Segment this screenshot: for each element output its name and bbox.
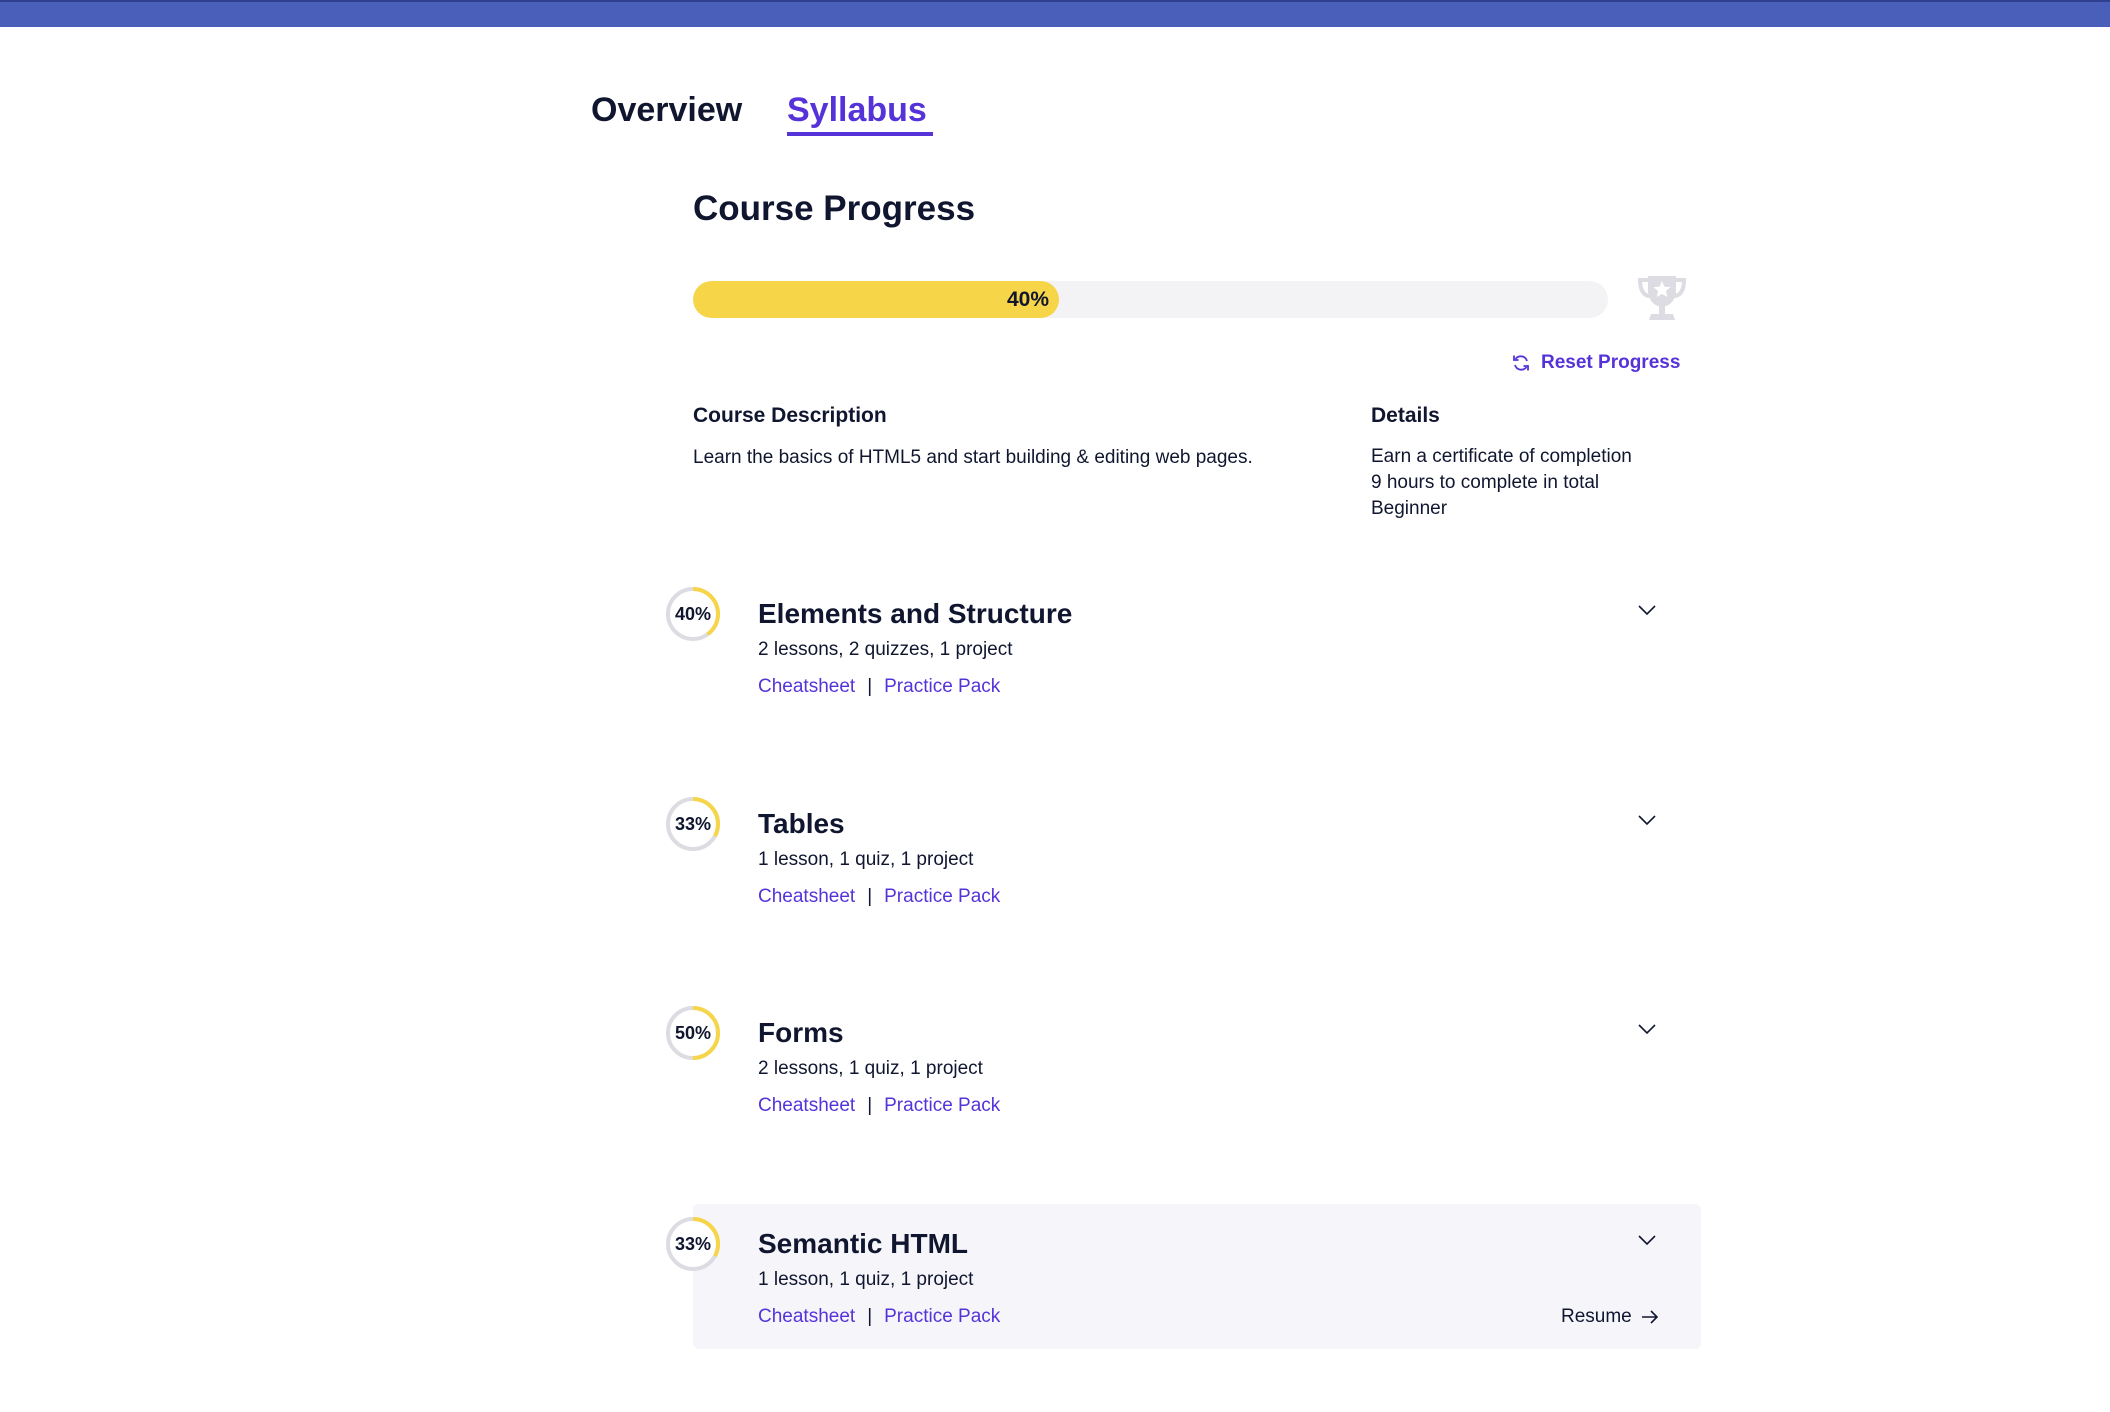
module-meta: 2 lessons, 1 quiz, 1 project	[758, 1058, 983, 1079]
cheatsheet-link[interactable]: Cheatsheet	[758, 673, 855, 701]
practice-pack-link[interactable]: Practice Pack	[884, 1303, 1000, 1331]
module-meta: 1 lesson, 1 quiz, 1 project	[758, 849, 974, 870]
chevron-down-icon[interactable]	[1635, 1017, 1659, 1041]
cheatsheet-link[interactable]: Cheatsheet	[758, 1303, 855, 1331]
resume-button[interactable]: Resume	[1561, 1304, 1660, 1330]
module-meta: 2 lessons, 2 quizzes, 1 project	[758, 639, 1013, 660]
practice-pack-link[interactable]: Practice Pack	[884, 673, 1000, 701]
module-progress-label: 40%	[674, 604, 712, 624]
course-description-heading: Course Description	[693, 404, 887, 427]
details-item-certificate: Earn a certificate of completion	[1371, 446, 1632, 467]
link-separator: |	[867, 1306, 873, 1327]
page-title: Course Progress	[693, 189, 976, 228]
module-title[interactable]: Semantic HTML	[758, 1224, 968, 1264]
trophy-icon	[1637, 276, 1687, 320]
module-title[interactable]: Tables	[758, 804, 845, 844]
module-elements-and-structure: 40% Elements and Structure 2 lessons, 2 …	[666, 582, 1701, 727]
details-heading: Details	[1371, 404, 1440, 427]
cheatsheet-link[interactable]: Cheatsheet	[758, 883, 855, 911]
link-separator: |	[867, 676, 873, 697]
module-semantic-html[interactable]: 33% Semantic HTML 1 lesson, 1 quiz, 1 pr…	[666, 1204, 1701, 1349]
chevron-down-icon[interactable]	[1635, 598, 1659, 622]
tab-syllabus[interactable]: Syllabus	[787, 80, 927, 140]
resume-label: Resume	[1561, 1306, 1632, 1327]
module-links: Cheatsheet | Practice Pack	[758, 883, 1000, 911]
course-description-text: Learn the basics of HTML5 and start buil…	[693, 447, 1253, 468]
module-title[interactable]: Forms	[758, 1013, 844, 1053]
link-separator: |	[867, 1095, 873, 1116]
practice-pack-link[interactable]: Practice Pack	[884, 1092, 1000, 1120]
module-progress-label: 33%	[674, 1234, 712, 1254]
module-links: Cheatsheet | Practice Pack	[758, 673, 1000, 701]
reset-progress-label: Reset Progress	[1541, 352, 1681, 373]
active-tab-underline	[787, 132, 933, 136]
chevron-down-icon[interactable]	[1635, 1228, 1659, 1252]
module-links: Cheatsheet | Practice Pack	[758, 1092, 1000, 1120]
module-forms: 50% Forms 2 lessons, 1 quiz, 1 project C…	[666, 1001, 1701, 1146]
course-progress-bar: 40%	[693, 281, 1608, 318]
details-list: Earn a certificate of completion 9 hours…	[1371, 444, 1731, 522]
chevron-down-icon[interactable]	[1635, 808, 1659, 832]
course-progress-label: 40%	[1006, 288, 1049, 311]
module-meta: 1 lesson, 1 quiz, 1 project	[758, 1269, 974, 1290]
details-item-level: Beginner	[1371, 498, 1448, 519]
top-header-bar	[0, 0, 2110, 27]
details-item-duration: 9 hours to complete in total	[1371, 472, 1600, 493]
module-title[interactable]: Elements and Structure	[758, 594, 1072, 634]
course-progress-fill: 40%	[693, 281, 1059, 318]
module-progress-label: 50%	[674, 1023, 712, 1043]
refresh-icon	[1513, 355, 1529, 371]
reset-progress-button[interactable]: Reset Progress	[1511, 348, 1680, 378]
module-tables: 33% Tables 1 lesson, 1 quiz, 1 project C…	[666, 792, 1701, 937]
cheatsheet-link[interactable]: Cheatsheet	[758, 1092, 855, 1120]
practice-pack-link[interactable]: Practice Pack	[884, 883, 1000, 911]
module-progress-label: 33%	[674, 814, 712, 834]
link-separator: |	[867, 886, 873, 907]
arrow-right-icon	[1641, 1310, 1658, 1324]
module-links: Cheatsheet | Practice Pack	[758, 1303, 1000, 1331]
tab-overview[interactable]: Overview	[591, 80, 742, 140]
